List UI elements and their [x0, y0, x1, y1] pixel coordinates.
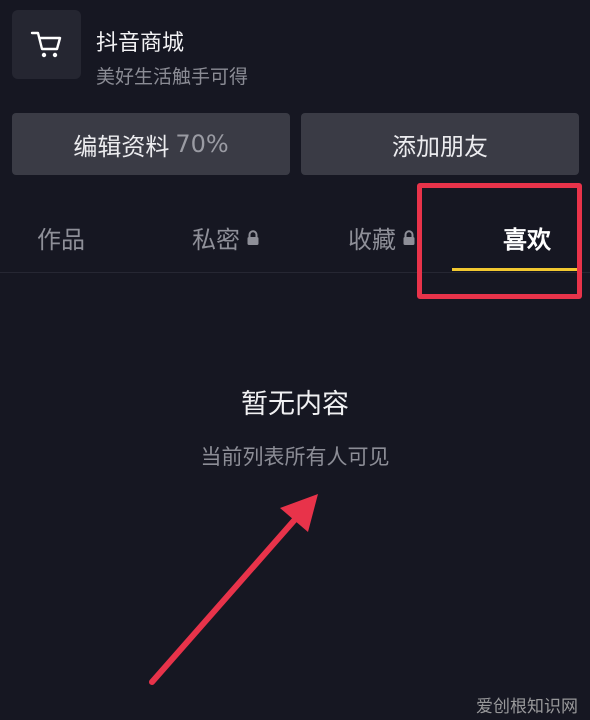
annotation-arrow — [149, 494, 318, 685]
watermark: 爱创根知识网 — [476, 697, 578, 717]
